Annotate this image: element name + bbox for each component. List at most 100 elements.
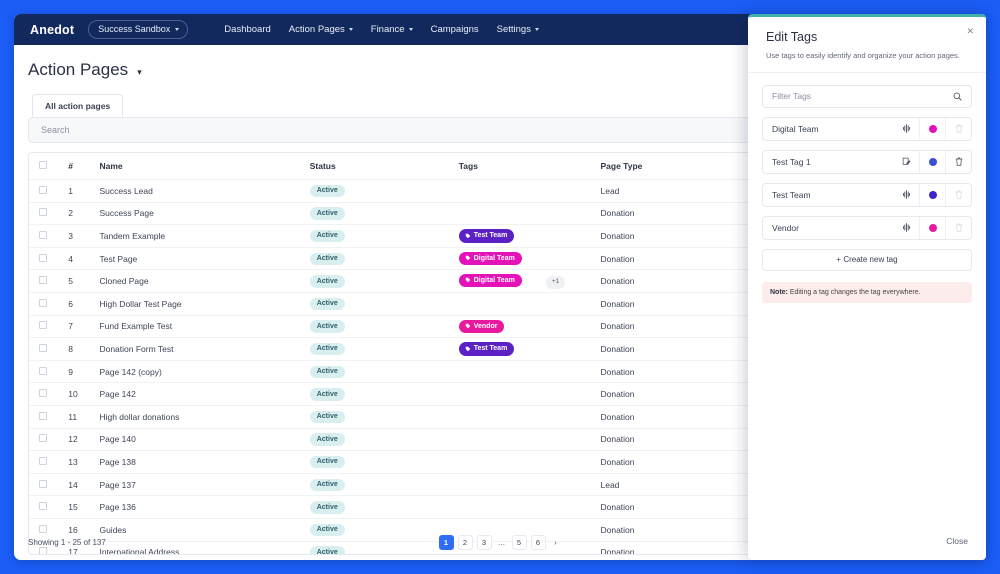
pagination-page-2[interactable]: 2 [457,534,473,550]
trash-icon[interactable] [955,157,963,166]
pagination-page-5[interactable]: 5 [511,534,527,550]
row-select-cell[interactable] [29,473,61,497]
tag-icon [465,277,470,283]
row-number: 6 [60,292,92,316]
row-name[interactable]: Fund Example Test [91,315,302,339]
row-name[interactable]: Tandem Example [91,224,302,248]
close-button[interactable]: Close [946,536,968,546]
row-checkbox[interactable] [39,366,47,375]
row-checkbox[interactable] [39,479,47,488]
nav-item-campaigns[interactable]: Campaigns [431,24,479,35]
tag-row[interactable]: Test Tag 1 [762,149,972,174]
pagination-next[interactable]: › [550,535,562,550]
tag-icon [465,346,470,351]
tag-pill[interactable]: Vendor [458,319,505,334]
tag-pill[interactable]: Digital Team [458,251,522,266]
row-number: 11 [60,405,92,429]
tag-overflow-badge[interactable]: +1 [545,276,566,289]
tag-delete-button[interactable] [945,150,971,173]
tag-row[interactable]: Vendor [762,215,972,240]
tag-color-button[interactable] [919,150,945,173]
tag-pill[interactable]: Test Team [458,342,515,356]
create-new-tag-button[interactable]: + Create new tag [762,248,972,271]
row-select-cell[interactable] [29,247,61,271]
nav-item-settings[interactable]: Settings [497,24,539,35]
tab-all-action-pages[interactable]: All action pages [32,94,124,117]
pagination-page-3[interactable]: 3 [476,534,492,550]
tag-edit-button[interactable] [893,184,919,206]
row-checkbox[interactable] [39,389,47,398]
tag-row[interactable]: Test Team [762,182,972,207]
row-select-cell[interactable] [29,450,61,474]
row-status: Active [301,473,451,497]
row-select-cell[interactable] [29,495,61,519]
tab-label: All action pages [45,101,111,111]
row-name[interactable]: Page 140 [91,428,302,452]
row-name[interactable]: Success Page [91,202,302,226]
header-name[interactable]: Name [91,153,302,180]
select-all-checkbox[interactable] [39,161,47,169]
row-checkbox[interactable] [39,185,47,194]
row-name[interactable]: Donation Form Test [91,337,302,361]
row-checkbox[interactable] [39,321,47,330]
nav-item-dashboard[interactable]: Dashboard [224,24,270,35]
pagination-page-1[interactable]: 1 [438,534,454,550]
row-name[interactable]: High dollar donations [91,405,302,429]
row-select-cell[interactable] [29,315,61,339]
account-switcher[interactable]: Success Sandbox [88,20,189,39]
tag-color-button[interactable] [919,117,945,140]
row-select-cell[interactable] [29,405,61,429]
row-checkbox[interactable] [39,208,47,217]
row-checkbox[interactable] [39,434,47,443]
tag-color-button[interactable] [919,216,945,239]
row-checkbox[interactable] [39,253,47,262]
row-checkbox[interactable] [39,343,47,352]
tag-row[interactable]: Digital Team [762,116,972,141]
pagination-page-6[interactable]: 6 [530,534,546,550]
tag-edit-button[interactable] [893,118,919,140]
row-name[interactable]: Page 142 [91,382,302,406]
row-name[interactable]: Page 142 (copy) [91,360,302,384]
row-name[interactable]: High Dollar Test Page [91,292,302,316]
tag-edit-button[interactable] [893,217,919,239]
row-select-cell[interactable] [29,428,61,452]
row-select-cell[interactable] [29,179,61,203]
row-checkbox[interactable] [39,276,47,285]
row-name[interactable]: Cloned Page [91,269,302,293]
row-select-cell[interactable] [29,337,61,361]
row-select-cell[interactable] [29,360,61,384]
tag-color-button[interactable] [919,183,945,206]
page-title-chevron-icon[interactable]: ▾ [137,68,142,77]
tag-pill[interactable]: Digital Team [458,273,522,288]
brand-logo[interactable]: Anedot [30,23,74,37]
row-checkbox[interactable] [39,298,47,307]
row-select-cell[interactable] [29,269,61,293]
row-checkbox[interactable] [39,502,47,511]
chevron-down-icon [348,28,353,31]
row-select-cell[interactable] [29,292,61,316]
row-status: Active [301,224,451,248]
row-checkbox[interactable] [39,411,47,420]
screen: Anedot Success Sandbox Dashboard Action … [0,0,1000,574]
row-name[interactable]: Page 137 [91,473,302,497]
header-status[interactable]: Status [301,153,451,180]
row-name[interactable]: Page 138 [91,450,302,474]
tag-edit-button[interactable] [893,151,919,173]
header-page-type[interactable]: Page Type [592,153,746,180]
row-checkbox[interactable] [39,456,47,465]
row-select-cell[interactable] [29,382,61,406]
row-checkbox[interactable] [39,230,47,239]
tag-pill[interactable]: Test Team [458,229,515,243]
row-name[interactable]: Test Page [91,247,302,271]
nav-item-action-pages[interactable]: Action Pages [289,24,353,35]
nav-item-finance[interactable]: Finance [371,24,413,35]
trash-icon [955,223,962,232]
close-icon[interactable]: ✕ [966,26,974,37]
row-select-cell[interactable] [29,202,61,226]
header-tags[interactable]: Tags [450,153,593,180]
row-name[interactable]: Page 136 [91,495,302,519]
tag-name: Test Team [772,189,811,200]
row-name[interactable]: Success Lead [91,179,302,203]
status-badge: Active [309,320,345,333]
row-select-cell[interactable] [29,224,61,248]
